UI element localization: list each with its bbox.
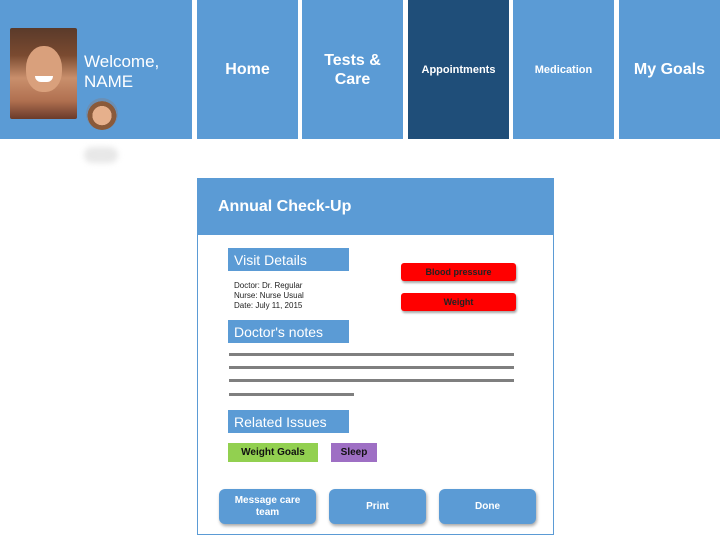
sleep-tag[interactable]: Sleep	[331, 443, 377, 462]
message-care-team-button[interactable]: Message care team	[219, 489, 316, 524]
nav-tests-label-2: Care	[334, 70, 371, 88]
doctors-notes-label: Doctor's notes	[228, 320, 349, 343]
decorative-shadow	[84, 147, 118, 163]
nav-medication-label: Medication	[534, 63, 593, 76]
nav-home[interactable]: Home	[197, 0, 298, 139]
visit-date: Date: July 11, 2015	[234, 301, 303, 310]
nav-medication[interactable]: Medication	[513, 0, 614, 139]
nav-appointments[interactable]: Appointments	[408, 0, 509, 139]
related-issues-label: Related Issues	[228, 410, 349, 433]
nav-tests-care[interactable]: Tests & Care	[302, 0, 403, 139]
print-button[interactable]: Print	[329, 489, 426, 524]
notes-line	[229, 366, 514, 369]
nav-tests-label-1: Tests &	[324, 51, 381, 69]
appointment-card: Annual Check-Up Visit Details Doctor: Dr…	[197, 178, 554, 535]
visit-details-label: Visit Details	[228, 248, 349, 271]
done-button[interactable]: Done	[439, 489, 536, 524]
welcome-tile: Welcome, NAME	[0, 0, 192, 139]
nav-appointments-label: Appointments	[421, 63, 496, 76]
nav-my-goals[interactable]: My Goals	[619, 0, 720, 139]
blood-pressure-button[interactable]: Blood pressure	[401, 263, 516, 281]
weight-button[interactable]: Weight	[401, 293, 516, 311]
nav-goals-label: My Goals	[633, 60, 706, 78]
card-title: Annual Check-Up	[198, 179, 553, 235]
user-avatar[interactable]	[10, 28, 77, 119]
welcome-greeting: Welcome,	[84, 52, 160, 71]
notes-line	[229, 379, 514, 382]
message-label-2: team	[255, 506, 280, 518]
doctor-name: Doctor: Dr. Regular	[234, 281, 303, 290]
message-label-1: Message care	[234, 494, 301, 506]
nav-home-label: Home	[225, 60, 270, 78]
weight-goals-tag[interactable]: Weight Goals	[228, 443, 318, 462]
welcome-text: Welcome, NAME	[84, 52, 159, 92]
notes-line	[229, 393, 354, 396]
visit-details: Doctor: Dr. Regular Nurse: Nurse Usual D…	[234, 281, 304, 311]
notes-line	[229, 353, 514, 356]
nurse-name: Nurse: Nurse Usual	[234, 291, 304, 300]
welcome-name: NAME	[84, 72, 134, 91]
child-avatar[interactable]	[86, 98, 118, 130]
